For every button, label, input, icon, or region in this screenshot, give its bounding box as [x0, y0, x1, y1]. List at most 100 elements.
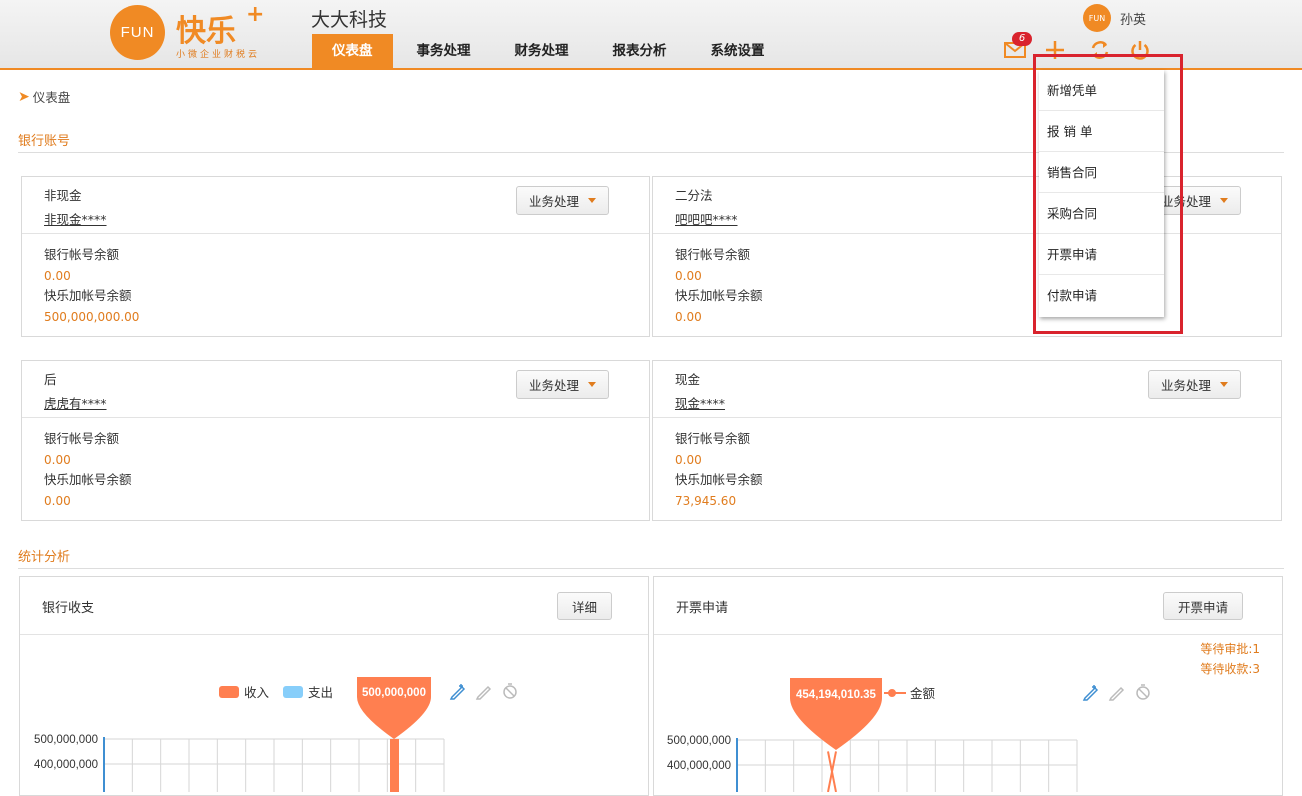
bank-chart-tooltip-text: 500,000,000 [362, 687, 426, 699]
arrow-right-icon: ➤ [18, 88, 30, 105]
nav-settings[interactable]: 系统设置 [691, 34, 785, 68]
clear-icon[interactable] [1134, 683, 1152, 701]
kuaile-balance-label: 快乐加帐号余额 [675, 472, 763, 487]
logo-text: 快乐 [176, 14, 236, 49]
chart-toolbox [1082, 683, 1152, 701]
bank-card-body: 银行帐号余额 0.00 快乐加帐号余额 0.00 [44, 429, 132, 511]
y-tick-label: 400,000,000 [667, 760, 731, 772]
account-number-link[interactable]: 现金**** [675, 393, 725, 412]
bank-card-head: 非现金 非现金**** 业务处理 [22, 177, 649, 234]
account-number-link[interactable]: 吧吧吧**** [675, 209, 738, 228]
nav-transactions[interactable]: 事务处理 [397, 34, 491, 68]
menu-item-purchase-contract[interactable]: 采购合同 [1039, 193, 1164, 234]
add-new-dropdown-menu: 新增凭单 报 销 单 销售合同 采购合同 开票申请 付款申请 [1039, 70, 1164, 317]
legend-label-income[interactable]: 收入 [244, 682, 269, 701]
business-dropdown-button[interactable]: 业务处理 [515, 186, 609, 215]
bank-card: 二分法 吧吧吧**** 业务处理 银行帐号余额 0.00 快乐加帐号余额 0.0… [652, 176, 1282, 337]
invoice-chart-tooltip-text: 454,194,010.35 [796, 689, 877, 701]
bank-balance-value: 0.00 [44, 268, 71, 283]
bank-balance-label: 银行帐号余额 [675, 431, 751, 446]
stats-card-title: 银行收支 [42, 601, 95, 616]
kuaile-balance-label: 快乐加帐号余额 [44, 288, 132, 303]
bank-card: 后 虎虎有**** 业务处理 银行帐号余额 0.00 快乐加帐号余额 0.00 [21, 360, 650, 521]
details-button[interactable]: 详细 [557, 592, 613, 620]
kuaile-balance-value: 73,945.60 [675, 493, 737, 508]
legend-line-marker[interactable] [884, 687, 906, 699]
nav-reports[interactable]: 报表分析 [593, 34, 687, 68]
menu-item-invoice-request[interactable]: 开票申请 [1039, 234, 1164, 275]
bank-card: 非现金 非现金**** 业务处理 银行帐号余额 0.00 快乐加帐号余额 500… [21, 176, 650, 337]
legend-swatch-expense[interactable] [283, 685, 304, 698]
breadcrumb-current[interactable]: 仪表盘 [33, 87, 71, 106]
y-tick-label: 500,000,000 [667, 735, 731, 747]
bank-card: 现金 现金**** 业务处理 银行帐号余额 0.00 快乐加帐号余额 73,94… [652, 360, 1282, 521]
bank-balance-label: 银行帐号余额 [675, 247, 751, 262]
message-count-badge: 6 [1012, 32, 1032, 46]
company-name: 大大科技 [311, 9, 388, 31]
account-name: 二分法 [675, 188, 713, 203]
income-bar [390, 739, 399, 792]
main-nav: 仪表盘 事务处理 财务处理 报表分析 系统设置 [312, 34, 789, 68]
pending-approval-link[interactable]: 等待审批:1 [1200, 640, 1260, 657]
bank-card-head: 现金 现金**** 业务处理 [653, 361, 1281, 418]
bank-balance-value: 0.00 [675, 452, 702, 467]
clear-icon[interactable] [501, 682, 519, 700]
account-name: 非现金 [44, 188, 82, 203]
bank-balance-value: 0.00 [675, 268, 702, 283]
business-dropdown-label: 业务处理 [1160, 378, 1211, 393]
section-title-bank: 银行账号 [18, 134, 71, 149]
kuaile-balance-label: 快乐加帐号余额 [675, 288, 763, 303]
zoom-pen-icon[interactable] [449, 682, 467, 700]
bank-balance-label: 银行帐号余额 [44, 247, 120, 262]
bank-balance-label: 银行帐号余额 [44, 431, 120, 446]
caret-down-icon [588, 382, 596, 387]
caret-down-icon [1220, 382, 1228, 387]
user-name[interactable]: 孙英 [1120, 9, 1146, 28]
nav-dashboard[interactable]: 仪表盘 [312, 34, 393, 68]
avatar[interactable]: FUN [1083, 4, 1111, 32]
business-dropdown-label: 业务处理 [528, 378, 579, 393]
zoom-reset-icon[interactable] [475, 682, 493, 700]
bank-card-body: 银行帐号余额 0.00 快乐加帐号余额 73,945.60 [675, 429, 763, 511]
invoice-stats-card: 开票申请 开票申请 等待审批:1 等待收款:3 金额 500,000,000 40… [653, 576, 1283, 796]
stats-card-title: 开票申请 [676, 601, 729, 616]
section-divider [18, 568, 1284, 569]
legend-label-amount[interactable]: 金额 [910, 683, 935, 702]
bank-stats-card: 银行收支 详细 收入 支出 500,000,000 400,000,000 [19, 576, 649, 796]
bank-chart: 500,000,000 400,000,000 [34, 734, 445, 792]
zoom-reset-icon[interactable] [1108, 683, 1126, 701]
bank-card-head: 后 虎虎有**** 业务处理 [22, 361, 649, 418]
bank-card-body: 银行帐号余额 0.00 快乐加帐号余额 0.00 [675, 245, 763, 327]
logo-slogan: 小微企业财税云 [176, 50, 261, 60]
invoice-chart-tooltip: 454,194,010.35 [790, 678, 882, 750]
account-number-link[interactable]: 虎虎有**** [44, 393, 107, 412]
pending-payment-link[interactable]: 等待收款:3 [1200, 660, 1260, 677]
kuaile-balance-value: 0.00 [675, 309, 702, 324]
kuaile-balance-label: 快乐加帐号余额 [44, 472, 132, 487]
kuaile-balance-value: 0.00 [44, 493, 71, 508]
menu-item-sales-contract[interactable]: 销售合同 [1039, 152, 1164, 193]
zoom-pen-icon[interactable] [1082, 683, 1100, 701]
caret-down-icon [588, 198, 596, 203]
invoice-chart: 500,000,000 400,000,000 [667, 735, 1078, 792]
business-dropdown-button[interactable]: 业务处理 [1147, 370, 1241, 399]
business-dropdown-button[interactable]: 业务处理 [515, 370, 609, 399]
menu-item-expense-report[interactable]: 报 销 单 [1039, 111, 1164, 152]
kuaile-balance-value: 500,000,000.00 [44, 309, 140, 324]
bank-card-head: 二分法 吧吧吧**** 业务处理 [653, 177, 1281, 234]
account-number-link[interactable]: 非现金**** [44, 209, 107, 228]
caret-down-icon [1220, 198, 1228, 203]
y-tick-label: 500,000,000 [34, 734, 98, 746]
legend-label-expense[interactable]: 支出 [308, 682, 333, 701]
chart-toolbox [449, 682, 519, 700]
stats-card-head: 银行收支 详细 [20, 577, 648, 635]
menu-item-payment-request[interactable]: 付款申请 [1039, 275, 1164, 316]
legend-swatch-income[interactable] [219, 685, 239, 698]
section-title-stats: 统计分析 [18, 550, 71, 565]
logo-plus: + [246, 2, 265, 27]
invoice-request-button[interactable]: 开票申请 [1163, 592, 1244, 620]
menu-item-new-voucher[interactable]: 新增凭单 [1039, 70, 1164, 111]
nav-finance[interactable]: 财务处理 [495, 34, 589, 68]
bank-card-body: 银行帐号余额 0.00 快乐加帐号余额 500,000,000.00 [44, 245, 139, 327]
chart-legend: 收入 支出 [219, 682, 333, 701]
